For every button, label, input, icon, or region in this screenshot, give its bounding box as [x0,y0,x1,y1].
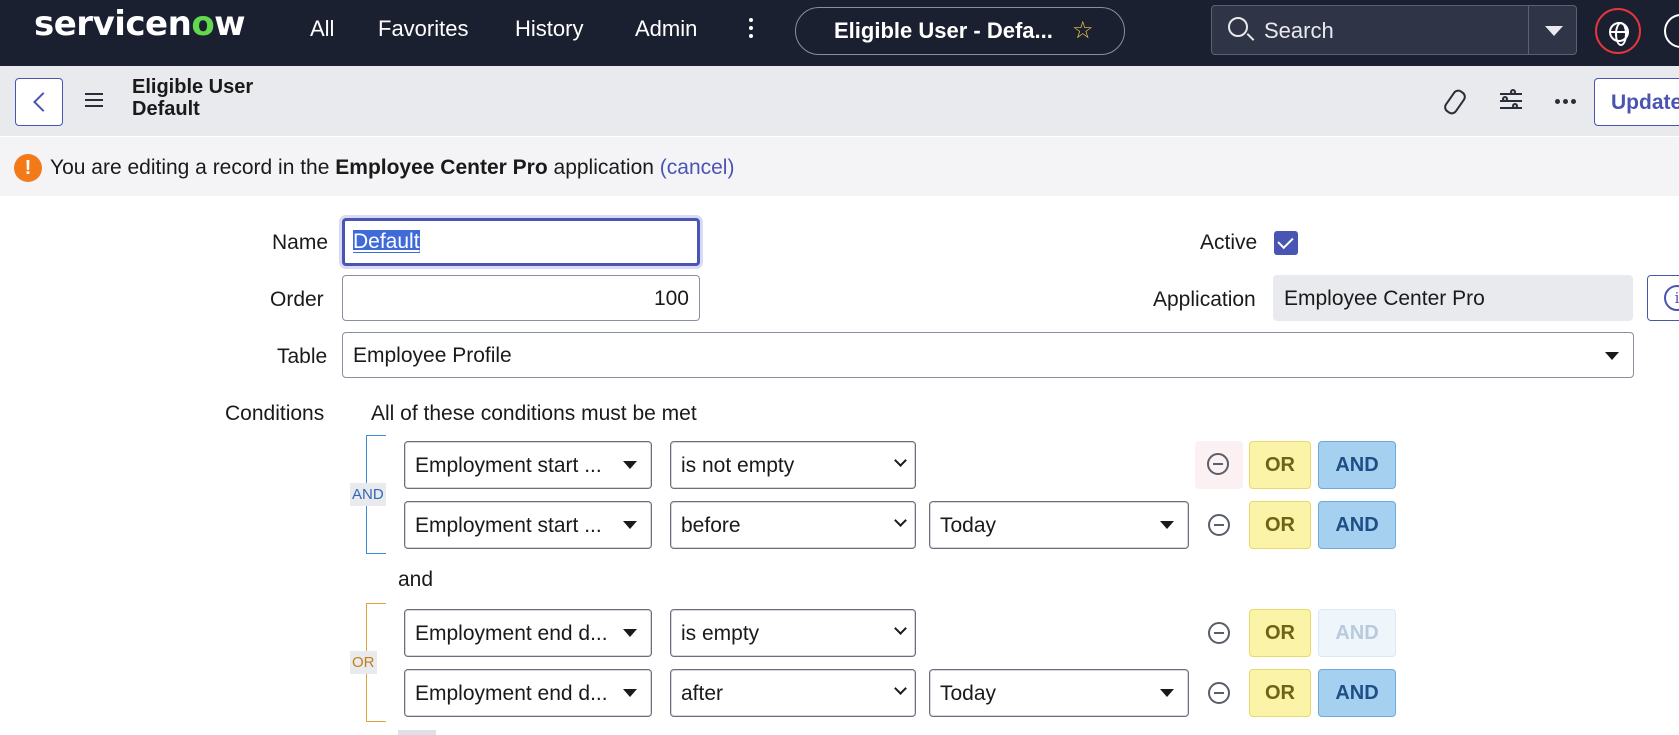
name-field[interactable]: Default [342,218,700,266]
search-divider [1528,6,1529,54]
or-button[interactable]: OR [1249,441,1311,489]
group-joiner-text: and [398,568,434,591]
minus-circle-icon [1207,453,1229,475]
and-button[interactable]: AND [1318,501,1396,549]
conditions-label: Conditions [225,402,325,425]
application-label: Application [1153,288,1256,311]
chevron-down-icon [894,682,907,695]
top-nav: servicenow All Favorites History Admin E… [0,0,1679,66]
condition-value-select[interactable]: Today [929,669,1189,717]
active-label: Active [1200,231,1258,254]
attachment-icon[interactable] [1443,88,1469,114]
condition-operator-select[interactable]: is empty [670,609,916,657]
and-button[interactable]: AND [1318,669,1396,717]
nav-favorites[interactable]: Favorites [378,16,468,42]
edit-scope-notice: ! You are editing a record in the Employ… [0,137,1679,196]
condition-field-select[interactable]: Employment start ... [404,441,652,489]
chevron-down-icon [623,461,637,469]
chevron-down-icon [623,629,637,637]
condition-field-select[interactable]: Employment start ... [404,501,652,549]
notice-message: You are editing a record in the Employee… [50,156,735,179]
search-icon [1228,17,1248,37]
update-button[interactable]: Update [1594,78,1679,126]
search-scope-dropdown-icon[interactable] [1545,26,1563,36]
record-title-line1: Eligible User [132,76,254,98]
chevron-down-icon [894,514,907,527]
chevron-down-icon [1160,521,1174,529]
and-button[interactable]: AND [1318,441,1396,489]
nav-admin[interactable]: Admin [635,16,697,42]
partial-hidden-element [398,730,436,735]
condition-operator-select[interactable]: before [670,501,916,549]
favorite-star-icon[interactable]: ☆ [1072,16,1094,45]
more-menu-icon[interactable] [748,18,754,42]
nav-all[interactable]: All [310,16,334,42]
remove-condition-icon[interactable] [1208,682,1230,704]
form-menu-icon[interactable] [85,93,103,107]
or-button[interactable]: OR [1249,609,1311,657]
remove-condition-button[interactable] [1195,441,1243,489]
or-button[interactable]: OR [1249,501,1311,549]
table-select[interactable]: Employee Profile [342,332,1634,378]
order-label: Order [270,288,324,311]
remove-condition-icon[interactable] [1208,514,1230,536]
application-info-button[interactable] [1647,275,1679,321]
condition-operator-select[interactable]: is not empty [670,441,916,489]
active-checkbox[interactable] [1274,231,1298,255]
back-button[interactable] [15,78,63,126]
personalize-form-icon[interactable] [1498,88,1524,114]
nav-history[interactable]: History [515,16,583,42]
name-label: Name [272,231,329,254]
warning-icon: ! [14,154,42,182]
more-options-icon[interactable] [1553,88,1579,114]
chevron-down-icon [623,689,637,697]
or-button[interactable]: OR [1249,669,1311,717]
remove-condition-icon[interactable] [1208,622,1230,644]
condition-field-select[interactable]: Employment end d... [404,609,652,657]
chevron-down-icon [894,454,907,467]
table-label: Table [277,345,328,368]
order-field[interactable]: 100 [342,275,700,321]
global-search[interactable]: Search [1211,5,1577,55]
record-header: Eligible User Default Update [0,66,1679,136]
search-input[interactable]: Search [1264,18,1334,44]
and-group-tag: AND [350,483,386,506]
record-title-line2: Default [132,98,200,120]
language-globe-button[interactable] [1595,8,1641,54]
chevron-down-icon [1160,689,1174,697]
globe-icon [1609,22,1629,46]
notice-cancel-link[interactable]: (cancel) [660,156,735,179]
help-icon[interactable] [1664,14,1679,48]
table-select-value: Employee Profile [353,344,512,367]
servicenow-logo[interactable]: servicenow [34,4,246,44]
condition-field-select[interactable]: Employment end d... [404,669,652,717]
and-button-disabled: AND [1318,609,1396,657]
conditions-heading: All of these conditions must be met [371,402,697,425]
chevron-down-icon [623,521,637,529]
application-field: Employee Center Pro [1273,275,1633,321]
condition-operator-select[interactable]: after [670,669,916,717]
chevron-down-icon [1605,352,1619,360]
record-title-pill-text: Eligible User - Defa... [834,18,1053,43]
or-group-tag: OR [350,651,377,674]
condition-value-select[interactable]: Today [929,501,1189,549]
chevron-down-icon [894,622,907,635]
record-title-pill[interactable]: Eligible User - Defa... ☆ [795,7,1125,55]
record-title: Eligible User Default [132,76,253,120]
